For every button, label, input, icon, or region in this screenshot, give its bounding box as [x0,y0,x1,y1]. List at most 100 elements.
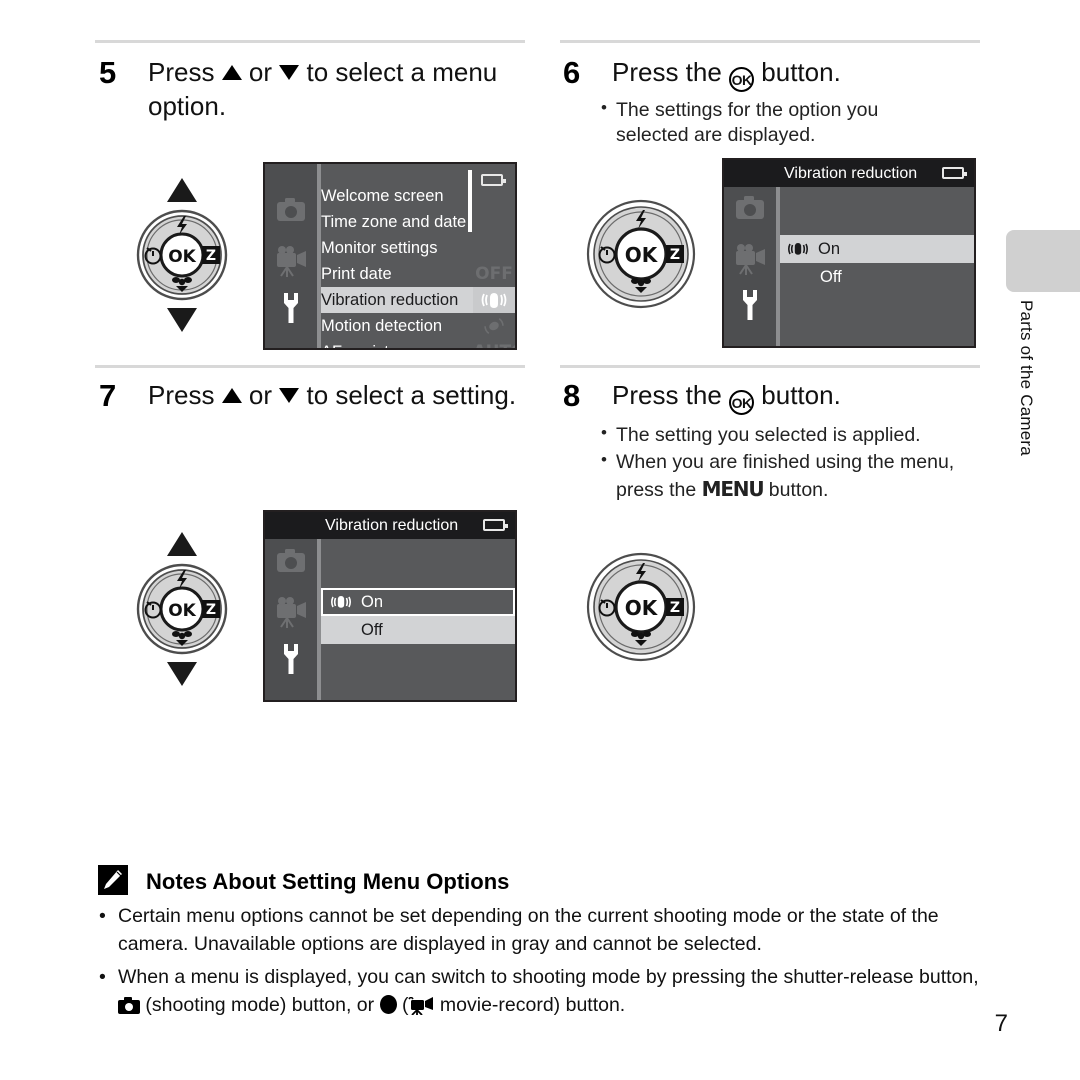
menu-button-icon: MENU [701,476,765,501]
side-thumb-tab [1006,230,1080,292]
svg-text:OK: OK [168,601,196,621]
rule-step5 [95,40,525,43]
svg-text:OK: OK [625,243,659,267]
lcd-setup-menu: Welcome screen Time zone and date Monito… [263,162,517,350]
menu-right-icon-off: OFF [475,264,513,284]
lcd-sidebar [265,512,317,700]
step-5-number: 5 [99,55,117,90]
menu-row[interactable]: Monitor settings [321,235,468,261]
step-7-number: 7 [99,378,117,413]
vr-option-on[interactable]: On [321,588,515,616]
vr-hand-icon [331,596,351,608]
step-8-heading-prefix: Press the [612,380,730,410]
battery-icon [483,519,508,531]
menu-label: Time zone and date [321,213,467,231]
menu-label: Vibration reduction [321,291,459,309]
page-number: 7 [994,1010,1008,1037]
menu-label: Welcome screen [321,187,444,205]
step-6-heading: Press the OK button. [612,55,982,92]
ok-button-icon: OK [729,390,755,415]
step-6-heading-prefix: Press the [612,57,730,87]
triangle-up-icon [221,65,242,80]
svg-text:OK: OK [625,596,659,620]
svg-text:OK: OK [168,247,196,267]
menu-row[interactable]: AF assist [321,339,468,348]
ok-button-icon: OK [729,67,755,92]
menu-row[interactable]: Welcome screen [321,183,468,209]
pencil-note-icon [98,865,128,895]
note-text-b: (shooting mode) button, or [140,993,380,1016]
menu-label: Monitor settings [321,239,438,257]
vr-option-off[interactable]: Off [780,263,974,291]
multi-selector-dial-step5: OK Z [136,178,228,332]
step-6-heading-suffix: button. [754,57,841,87]
record-dot-icon [379,994,397,1014]
shooting-camera-icon [277,198,305,221]
triangle-up-icon [221,388,242,403]
menu-row[interactable]: Time zone and date [321,209,468,235]
menu-row[interactable]: Print date [321,261,468,287]
menu-right-icon-auto: AUTO [473,339,515,348]
step-8-heading-suffix: button. [754,380,841,410]
bullet-item: When you are finished using the menu, pr… [600,449,960,503]
notes-list: Certain menu options cannot be set depen… [96,902,986,1023]
svg-text:Z: Z [206,248,216,264]
battery-icon [942,167,967,179]
lcd-title-bar: Vibration reduction [724,160,974,187]
note-text-c: ( [396,993,409,1016]
shooting-camera-icon [736,196,764,219]
wrench-setup-icon [743,290,757,320]
vr-option-label: Off [820,268,842,286]
movie-camera-icon [277,597,306,628]
multi-selector-dial-step8: OK Z [586,552,696,662]
dial-up-arrow-icon [167,178,197,202]
lcd-sidebar [724,160,776,346]
step-7-heading: Press or to select a setting. [148,380,517,410]
vr-hand-icon [788,243,808,255]
wrench-setup-icon [284,293,298,323]
shooting-mode-camera-icon [118,996,140,1014]
vr-option-label: Off [361,621,383,639]
dial-down-arrow-icon [167,308,197,332]
dial-up-arrow-icon [167,532,197,556]
shooting-camera-icon [277,549,305,572]
menu-row[interactable]: Motion detection [321,313,468,339]
movie-camera-icon [736,244,765,275]
exposure-compensation-icon: Z [666,245,684,263]
exposure-compensation-icon: Z [202,600,220,618]
step-8-heading: Press the OK button. [612,378,982,415]
battery-icon [481,174,506,186]
bullet-item: The settings for the option you selected… [600,97,930,149]
menu-right-icon-vr [473,287,515,313]
svg-text:Z: Z [206,602,216,618]
triangle-down-icon [279,388,300,403]
movie-camera-icon [277,246,306,277]
rule-step7 [95,365,525,368]
dial-down-arrow-icon [167,662,197,686]
triangle-down-icon [279,65,300,80]
vr-option-label: On [818,240,841,258]
menu-right-icon-motion [473,313,515,339]
step-8-bullets: The setting you selected is applied. Whe… [600,422,960,505]
exposure-compensation-icon: Z [666,598,684,616]
notes-title: Notes About Setting Menu Options [146,869,510,894]
vr-option-on[interactable]: On [780,235,974,263]
lcd-sidebar [265,164,317,348]
step-8-number: 8 [563,378,581,413]
bullet-item: The setting you selected is applied. [600,422,960,448]
wrench-setup-icon [284,644,298,674]
lcd-vr-off: Vibration reduction On Off [263,510,517,702]
vr-option-off[interactable]: Off [321,616,515,644]
lcd-title-bar: Vibration reduction [265,512,515,539]
menu-label: AF assist [321,343,389,348]
multi-selector-dial-step6: OK Z [586,199,696,309]
menu-label: Motion detection [321,317,443,335]
lcd-title-text: Vibration reduction [325,517,459,534]
multi-selector-dial-step7: OK Z [136,532,228,686]
note-text-a: When a menu is displayed, you can switch… [118,965,979,988]
step-5-heading: Press or to select a menu option. [148,57,498,122]
note-item: Certain menu options cannot be set depen… [96,902,986,959]
note-item: When a menu is displayed, you can switch… [96,963,986,1020]
step-6-bullets: The settings for the option you selected… [600,97,930,151]
lcd-title-text: Vibration reduction [784,165,918,182]
